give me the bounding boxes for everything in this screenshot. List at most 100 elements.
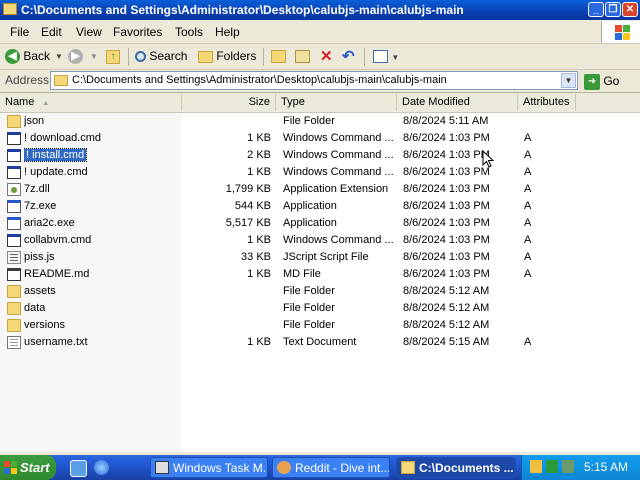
exe-file-icon <box>7 217 21 230</box>
table-row[interactable]: 7z.dll 1,799 KB Application Extension 8/6/2… <box>0 181 640 198</box>
menu-edit[interactable]: Edit <box>41 25 62 39</box>
task-reddit-browser[interactable]: Reddit - Dive int... <box>272 457 390 478</box>
views-button[interactable]: ▼ <box>373 48 399 65</box>
file-name: ! update.cmd <box>24 166 88 178</box>
close-button[interactable]: ✕ <box>622 2 638 17</box>
file-name: piss.js <box>24 251 55 263</box>
file-name: 7z.exe <box>24 200 57 212</box>
column-header: Name ▲ Size Type Date Modified Attributes <box>0 94 640 113</box>
file-size <box>182 113 271 130</box>
copy-to-button[interactable] <box>295 48 310 65</box>
table-row[interactable]: json File Folder 8/8/2024 5:11 AM <box>0 113 640 130</box>
go-button[interactable]: ➜ Go <box>584 72 636 90</box>
md-file-icon <box>7 268 21 281</box>
address-input[interactable]: C:\Documents and Settings\Administrator\… <box>50 71 578 90</box>
table-row[interactable]: username.txt 1 KB Text Document 8/8/2024 5:… <box>0 334 640 351</box>
file-size: 2 KB <box>247 149 271 161</box>
start-button[interactable]: Start <box>0 455 56 480</box>
undo-icon[interactable]: ↶ <box>342 48 355 65</box>
folders-icon <box>198 50 213 63</box>
file-size: 544 KB <box>234 200 271 212</box>
delete-icon[interactable]: ✕ <box>320 48 333 65</box>
maximize-button[interactable]: ❐ <box>605 2 621 17</box>
table-row[interactable]: README.md 1 KB MD File 8/6/2024 1:03 PM A <box>0 266 640 283</box>
folder-icon <box>54 75 68 86</box>
column-name[interactable]: Name ▲ <box>0 94 182 111</box>
tray-security-icon[interactable] <box>562 460 574 473</box>
table-row[interactable]: piss.js 33 KB JScript Script File 8/6/2024 … <box>0 249 640 266</box>
title-bar[interactable]: C:\Documents and Settings\Administrator\… <box>0 0 640 20</box>
table-row[interactable]: ! install.cmd 2 KB Windows Command ... 8/6/… <box>0 147 640 164</box>
move-to-icon <box>271 50 286 64</box>
table-row[interactable]: collabvm.cmd 1 KB Windows Command ... 8/6/2… <box>0 232 640 249</box>
forward-dropdown-icon[interactable]: ▼ <box>90 48 98 65</box>
file-size: 1 KB <box>247 166 271 178</box>
copy-to-icon <box>295 50 310 64</box>
show-desktop-icon[interactable] <box>70 460 87 477</box>
menu-file[interactable]: File <box>10 25 29 39</box>
go-arrow-icon: ➜ <box>584 73 600 90</box>
folder-icon <box>3 3 17 15</box>
move-to-button[interactable] <box>271 48 286 65</box>
task-explorer-window[interactable]: C:\Documents ... <box>396 457 516 478</box>
file-name: README.md <box>24 268 90 280</box>
task-manager-icon <box>155 461 169 474</box>
cmd-file-icon <box>7 166 21 179</box>
tray-tools-icon[interactable] <box>530 460 542 473</box>
file-attributes: A <box>524 336 532 348</box>
file-date: 8/6/2024 1:03 PM <box>403 234 490 246</box>
views-icon <box>373 50 388 64</box>
file-attributes <box>524 317 564 334</box>
folder-file-icon <box>7 319 21 332</box>
table-row[interactable]: aria2c.exe 5,517 KB Application 8/6/2024 1:… <box>0 215 640 232</box>
column-type[interactable]: Type <box>276 94 397 111</box>
folder-file-icon <box>7 302 21 315</box>
file-type: Application Extension <box>283 183 389 195</box>
minimize-button[interactable]: _ <box>588 2 604 17</box>
task-windows-task-manager[interactable]: Windows Task M... <box>150 457 268 478</box>
views-dropdown-icon: ▼ <box>391 53 400 62</box>
file-name: json <box>24 115 45 127</box>
forward-arrow-icon: ▶ <box>68 49 83 65</box>
file-type: Windows Command ... <box>283 166 394 178</box>
file-attributes: A <box>524 166 532 178</box>
table-row[interactable]: assets File Folder 8/8/2024 5:12 AM <box>0 283 640 300</box>
table-row[interactable]: versions File Folder 8/8/2024 5:12 AM <box>0 317 640 334</box>
toolbar-separator <box>263 48 264 66</box>
internet-explorer-icon[interactable] <box>94 460 109 475</box>
file-type: File Folder <box>283 302 335 314</box>
file-date: 8/6/2024 1:03 PM <box>403 183 490 195</box>
tray-network-icon[interactable] <box>546 460 558 473</box>
menu-tools[interactable]: Tools <box>175 25 203 39</box>
back-dropdown-icon[interactable]: ▼ <box>55 48 63 65</box>
column-date-modified[interactable]: Date Modified <box>397 94 518 111</box>
column-attributes[interactable]: Attributes <box>518 94 576 111</box>
table-row[interactable]: ! download.cmd 1 KB Windows Command ... 8/6… <box>0 130 640 147</box>
file-list[interactable]: Name ▲ Size Type Date Modified Attributes… <box>0 94 640 452</box>
file-attributes: A <box>524 234 532 246</box>
file-type: Application <box>283 200 337 212</box>
forward-button[interactable]: ▶ <box>68 48 83 65</box>
column-size[interactable]: Size <box>182 94 276 111</box>
menu-help[interactable]: Help <box>215 25 240 39</box>
table-row[interactable]: 7z.exe 544 KB Application 8/6/2024 1:03 PM A <box>0 198 640 215</box>
file-size: 1 KB <box>247 132 271 144</box>
file-date: 8/6/2024 1:03 PM <box>403 268 490 280</box>
file-type: File Folder <box>283 285 335 297</box>
folders-button[interactable]: Folders <box>198 48 256 65</box>
address-dropdown-icon[interactable]: ▼ <box>561 73 576 88</box>
file-size: 5,517 KB <box>225 217 271 229</box>
table-row[interactable]: data File Folder 8/8/2024 5:12 AM <box>0 300 640 317</box>
toolbar: ◀ Back ▼ ▶ ▼ ↑ Search Folders ✕ ↶ ▼ <box>0 44 640 70</box>
dll-file-icon <box>7 183 21 196</box>
file-type: Windows Command ... <box>283 234 394 246</box>
menu-favorites[interactable]: Favorites <box>113 25 162 39</box>
js-file-icon <box>7 251 21 264</box>
table-row[interactable]: ! update.cmd 1 KB Windows Command ... 8/6/2… <box>0 164 640 181</box>
menu-view[interactable]: View <box>76 25 102 39</box>
search-button[interactable]: Search <box>135 48 187 65</box>
file-type: Application <box>283 217 337 229</box>
up-folder-button[interactable]: ↑ <box>106 48 120 65</box>
exe-file-icon <box>7 200 21 213</box>
back-button[interactable]: ◀ Back <box>5 48 50 65</box>
